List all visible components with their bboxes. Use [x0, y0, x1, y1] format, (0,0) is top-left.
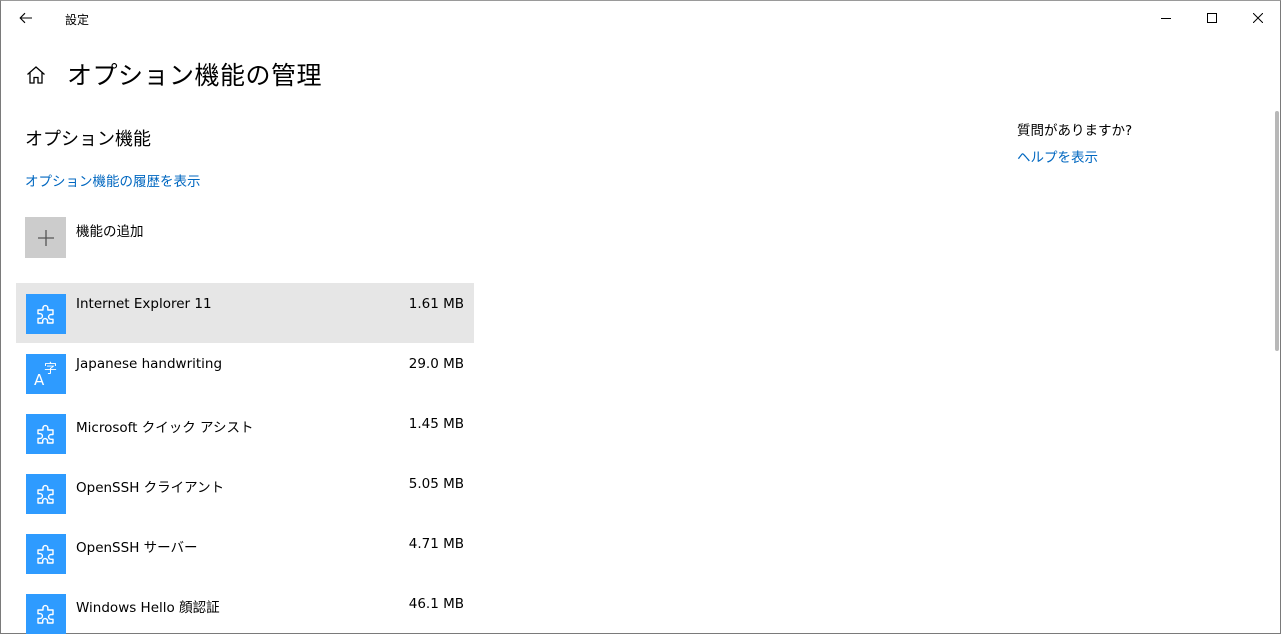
feature-item-windows-hello[interactable]: Windows Hello 顔認証 46.1 MB [16, 583, 474, 634]
history-link[interactable]: オプション機能の履歴を表示 [25, 170, 201, 190]
close-icon [1253, 13, 1263, 23]
puzzle-icon [37, 424, 54, 444]
add-feature-tile [25, 217, 66, 258]
feature-size: 1.61 MB [408, 296, 464, 312]
feature-size: 5.05 MB [408, 476, 464, 492]
language-icon: 字 A [34, 362, 57, 389]
feature-size: 1.45 MB [408, 416, 464, 432]
maximize-icon [1207, 13, 1217, 23]
close-button[interactable] [1235, 1, 1281, 35]
feature-item-internet-explorer[interactable]: Internet Explorer 11 1.61 MB [16, 283, 474, 343]
feature-list: Internet Explorer 11 1.61 MB 字 A Japanes… [16, 283, 474, 634]
section-title: オプション機能 [25, 129, 151, 150]
page-title: オプション機能の管理 [67, 61, 323, 90]
window-title: 設定 [65, 13, 90, 27]
minimize-icon [1161, 18, 1171, 19]
title-bar: 設定 [1, 1, 1280, 35]
help-link[interactable]: ヘルプを表示 [1017, 146, 1098, 166]
feature-icon-tile [26, 414, 66, 454]
feature-item-openssh-server[interactable]: OpenSSH サーバー 4.71 MB [16, 523, 474, 583]
puzzle-icon [37, 484, 54, 504]
feature-item-japanese-handwriting[interactable]: 字 A Japanese handwriting 29.0 MB [16, 343, 474, 403]
feature-item-quick-assist[interactable]: Microsoft クイック アシスト 1.45 MB [16, 403, 474, 463]
svg-text:字: 字 [44, 362, 57, 377]
feature-name: Microsoft クイック アシスト [76, 420, 254, 436]
puzzle-icon [37, 304, 54, 324]
feature-item-openssh-client[interactable]: OpenSSH クライアント 5.05 MB [16, 463, 474, 523]
home-button[interactable] [25, 64, 47, 86]
feature-icon-tile [26, 534, 66, 574]
feature-name: Internet Explorer 11 [76, 296, 212, 312]
feature-name: OpenSSH クライアント [76, 480, 225, 496]
feature-size: 29.0 MB [408, 356, 464, 372]
maximize-button[interactable] [1189, 1, 1235, 35]
feature-icon-tile [26, 294, 66, 334]
puzzle-icon [37, 604, 54, 624]
help-title: 質問がありますか? [1017, 123, 1133, 139]
feature-name: Windows Hello 顔認証 [76, 600, 220, 616]
feature-icon-tile [26, 594, 66, 634]
plus-icon [37, 229, 54, 246]
feature-name: Japanese handwriting [76, 356, 223, 372]
feature-icon-tile: 字 A [26, 354, 66, 394]
minimize-button[interactable] [1143, 1, 1189, 35]
puzzle-icon [37, 544, 54, 564]
feature-size: 4.71 MB [408, 536, 464, 552]
feature-size: 46.1 MB [408, 596, 464, 612]
svg-text:A: A [34, 371, 45, 389]
home-icon [27, 66, 45, 84]
settings-window: 設定 オプション機能の管理 オプション機能 オプション機能の履歴を表示 機能の追… [0, 0, 1281, 634]
feature-icon-tile [26, 474, 66, 514]
feature-name: OpenSSH サーバー [76, 540, 198, 556]
back-arrow-icon [19, 12, 32, 24]
scrollbar[interactable] [1275, 111, 1279, 351]
add-feature-label: 機能の追加 [76, 224, 144, 240]
back-button[interactable] [9, 4, 43, 32]
